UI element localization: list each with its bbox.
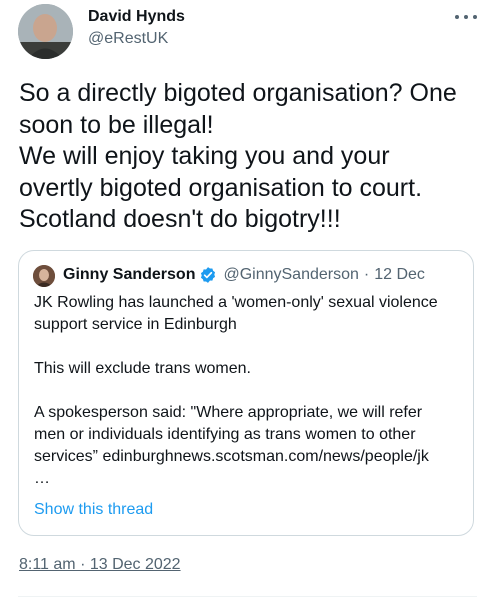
author-avatar[interactable] xyxy=(18,4,73,59)
quoted-date: 12 Dec xyxy=(374,266,425,283)
tweet-line: overtly bigoted organisation to court. xyxy=(19,173,423,202)
author-handle[interactable]: @eRestUK xyxy=(88,30,168,48)
quoted-line: … xyxy=(34,470,50,487)
quoted-author-handle: @GinnySanderson xyxy=(223,266,359,283)
show-thread-link[interactable]: Show this thread xyxy=(34,501,153,519)
more-dot xyxy=(455,15,459,19)
tweet-line: Scotland doesn't do bigotry!!! xyxy=(19,205,341,233)
quoted-body: JK Rowling has launched a 'women-only' s… xyxy=(34,292,464,490)
quoted-author-name: Ginny Sanderson xyxy=(63,266,196,283)
quoted-tweet[interactable]: Ginny Sanderson @GinnySanderson · 12 Dec… xyxy=(18,250,474,536)
tweet-line: So a directly bigoted organisation? One xyxy=(19,79,457,107)
tweet-timestamp-link[interactable]: 8:11 am · 13 Dec 2022 xyxy=(19,556,181,574)
tweet-line: soon to be illegal! xyxy=(19,110,214,139)
author-name[interactable]: David Hynds xyxy=(88,8,185,26)
quoted-separator: · xyxy=(363,266,370,283)
quoted-line: services” edinburghnews.scotsman.com/new… xyxy=(34,448,429,465)
tweet-line: We will enjoy taking you and your xyxy=(19,142,390,170)
tweet-text: So a directly bigoted organisation? One … xyxy=(19,78,489,236)
quoted-line: A spokesperson said: "Where appropriate,… xyxy=(34,404,423,421)
verified-badge-icon xyxy=(199,266,217,284)
more-dot xyxy=(464,15,468,19)
quoted-header: Ginny Sanderson @GinnySanderson · 12 Dec xyxy=(63,266,425,284)
quoted-line: men or individuals identifying as trans … xyxy=(34,426,416,443)
more-options-icon[interactable] xyxy=(455,10,477,24)
quoted-line: support service in Edinburgh xyxy=(34,316,237,333)
more-dot xyxy=(473,15,477,19)
divider xyxy=(18,596,477,597)
quoted-line: This will exclude trans women. xyxy=(34,360,251,377)
quoted-author-avatar xyxy=(33,265,55,287)
quoted-line: JK Rowling has launched a 'women-only' s… xyxy=(34,294,438,311)
